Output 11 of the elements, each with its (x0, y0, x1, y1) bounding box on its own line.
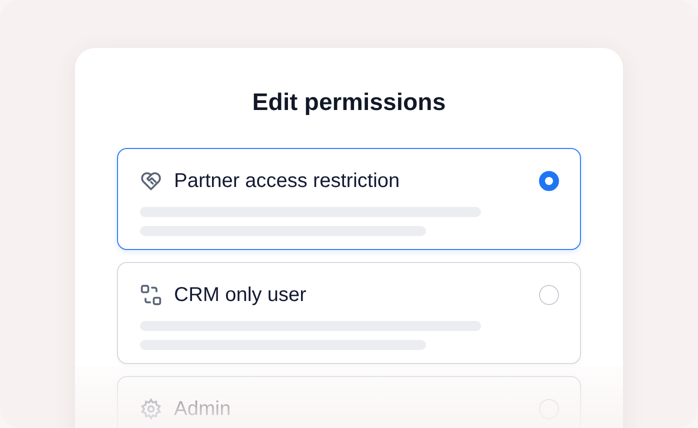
option-label: Partner access restriction (174, 170, 401, 192)
permission-option[interactable]: CRM only user (117, 262, 581, 364)
dialog-title: Edit permissions (251, 88, 447, 118)
gear-icon (140, 398, 162, 420)
option-label: CRM only user (174, 284, 308, 306)
option-label: Admin (174, 398, 232, 420)
radio-button[interactable] (539, 285, 559, 305)
linked-squares-icon (140, 284, 162, 306)
permission-option[interactable]: Partner access restriction (117, 148, 581, 250)
heart-icon (140, 170, 162, 192)
radio-button[interactable] (539, 171, 559, 191)
